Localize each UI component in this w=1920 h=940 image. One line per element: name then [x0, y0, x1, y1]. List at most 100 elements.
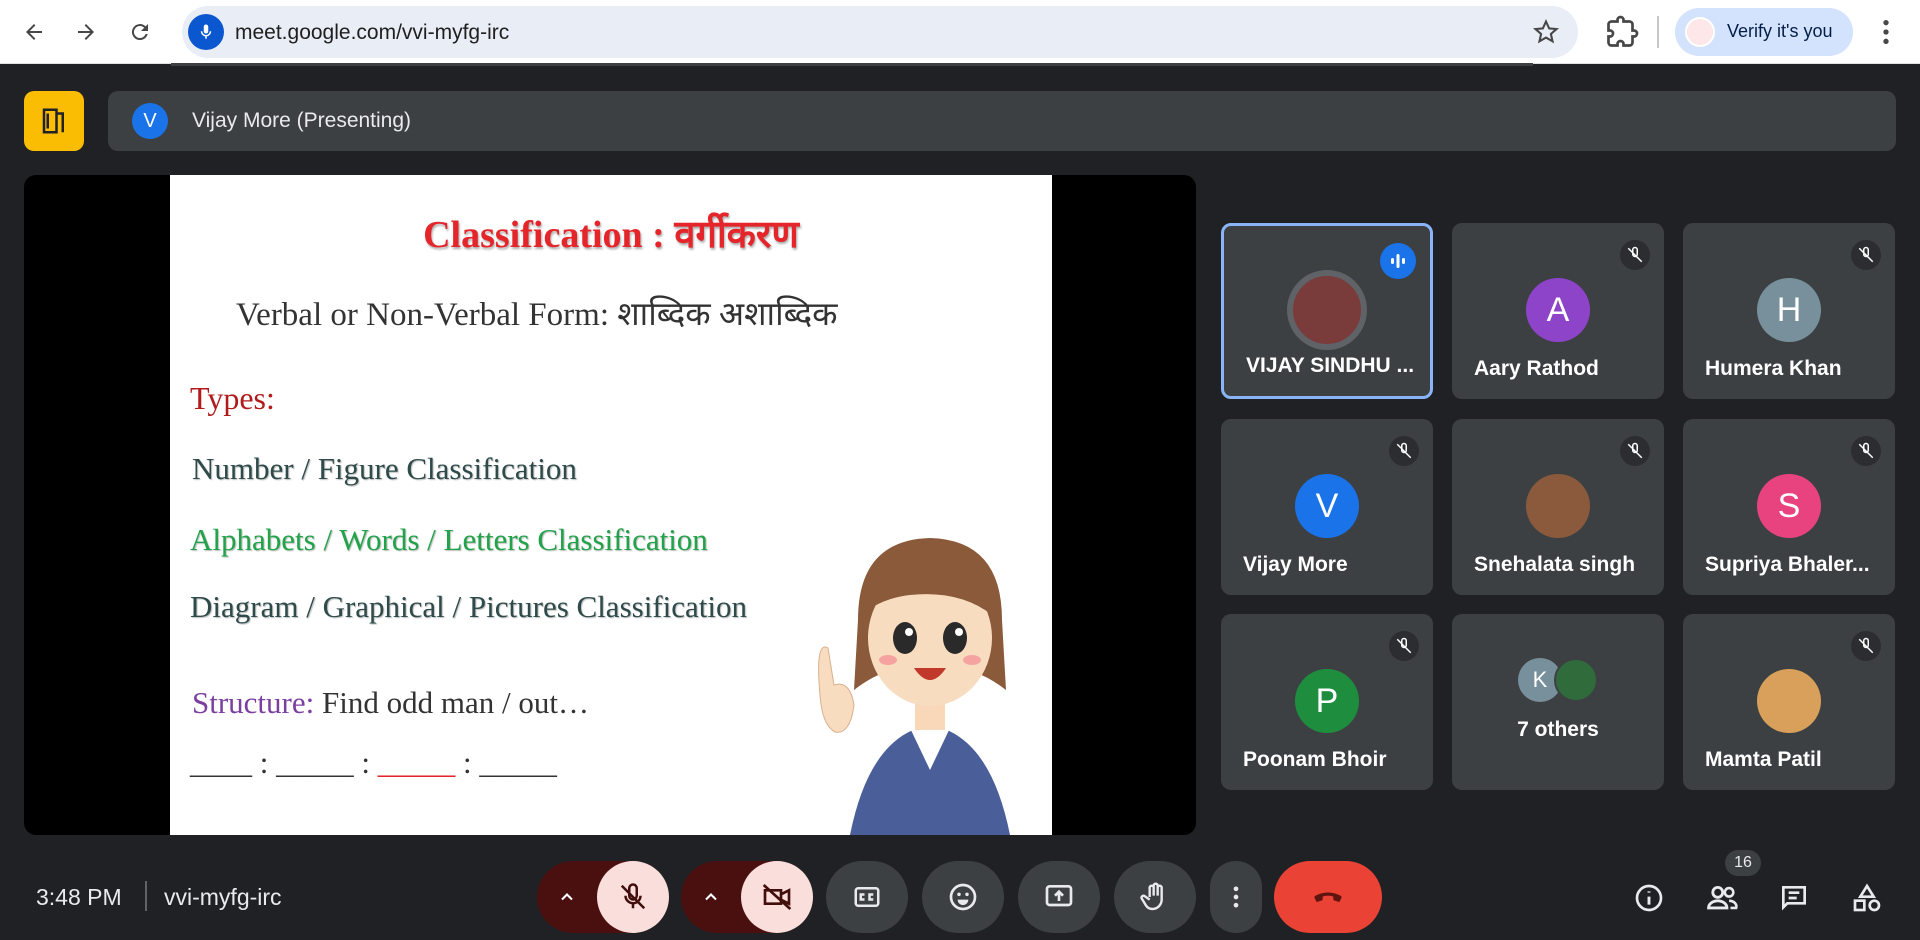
blank-segment: : _____ — [455, 745, 557, 780]
presentation-slide: Classification : वर्गीकरण Verbal or Non-… — [170, 175, 1052, 835]
browser-menu-icon[interactable] — [1870, 14, 1902, 50]
speaking-indicator-icon — [1380, 243, 1416, 279]
mic-muted-icon — [1620, 436, 1650, 466]
participant-name: VIJAY SINDHU ... — [1246, 354, 1415, 377]
participant-avatar: P — [1295, 669, 1359, 733]
reload-button[interactable] — [120, 12, 160, 52]
blank-segment: ____ : _____ — [190, 745, 362, 780]
chat-icon — [1782, 886, 1806, 911]
people-button[interactable] — [1700, 876, 1744, 920]
reactions-button[interactable] — [922, 861, 1004, 933]
forward-button[interactable] — [66, 12, 106, 52]
more-options-button[interactable] — [1210, 861, 1262, 933]
meeting-details-button[interactable] — [1627, 876, 1671, 920]
slide-title: Classification : वर्गीकरण — [423, 214, 799, 256]
activities-button[interactable] — [1845, 876, 1889, 920]
leave-call-button[interactable] — [1274, 861, 1382, 933]
participant-tile[interactable]: Snehalata singh — [1452, 419, 1664, 595]
participant-avatar: V — [1295, 474, 1359, 538]
address-bar[interactable]: meet.google.com/vvi-myfg-irc — [182, 6, 1578, 58]
participant-name: Humera Khan — [1705, 357, 1842, 380]
footer-separator — [145, 881, 147, 911]
blank-segment: : — [361, 745, 378, 780]
slide-subtitle: Verbal or Non-Verbal Form: शाब्दिक अशाब्… — [236, 297, 838, 333]
mic-muted-icon — [1389, 436, 1419, 466]
structure-label: Structure: — [192, 685, 315, 720]
chat-button[interactable] — [1772, 876, 1816, 920]
meet-companion-logo[interactable] — [24, 91, 84, 151]
browser-toolbar: meet.google.com/vvi-myfg-irc Verify it's… — [0, 0, 1920, 64]
clock-time: 3:48 PM — [36, 884, 122, 910]
presentation-stage[interactable]: Classification : वर्गीकरण Verbal or Non-… — [24, 175, 1196, 835]
meeting-code: vvi-myfg-irc — [164, 884, 282, 910]
participant-avatar: H — [1757, 278, 1821, 342]
participant-photo-avatar — [1526, 474, 1590, 538]
participant-photo-avatar — [1757, 669, 1821, 733]
verify-label: Verify it's you — [1727, 21, 1833, 41]
participant-avatar: A — [1526, 278, 1590, 342]
participant-name: Mamta Patil — [1705, 748, 1822, 771]
participant-tile[interactable]: Mamta Patil — [1683, 614, 1895, 790]
participant-avatar: S — [1757, 474, 1821, 538]
participant-tile[interactable]: VIJAY SINDHU ... — [1221, 223, 1433, 399]
others-label: 7 others — [1517, 718, 1599, 741]
participant-photo-avatar — [1287, 270, 1367, 350]
camera-off-icon — [762, 884, 792, 910]
mic-muted-icon — [1389, 631, 1419, 661]
info-icon — [1635, 884, 1663, 912]
forward-arrow-icon — [78, 24, 94, 40]
camera-toggle-button[interactable] — [741, 861, 813, 933]
closed-captions-icon — [854, 887, 880, 907]
back-arrow-icon — [26, 24, 42, 40]
presenter-label: Vijay More (Presenting) — [192, 109, 412, 132]
slide-structure: Structure: Find odd man / out… — [192, 685, 589, 721]
slide-item: Number / Figure Classification — [192, 451, 577, 486]
audio-options-chevron-icon[interactable] — [537, 861, 597, 933]
participant-tile[interactable]: P Poonam Bhoir — [1221, 614, 1433, 790]
blank-segment: _____ — [377, 745, 456, 780]
captions-button[interactable] — [826, 861, 908, 933]
video-options-chevron-icon[interactable] — [681, 861, 741, 933]
structure-text: Find odd man / out… — [314, 685, 589, 720]
others-tile[interactable]: K 7 others — [1452, 614, 1664, 790]
mic-muted-icon — [1851, 240, 1881, 270]
slide-item: Diagram / Graphical / Pictures Classific… — [190, 589, 747, 624]
page-load-progress — [171, 63, 1533, 66]
back-button[interactable] — [14, 12, 54, 52]
emoji-smile-icon — [949, 883, 977, 911]
mic-muted-icon — [1851, 631, 1881, 661]
mic-muted-icon — [1851, 436, 1881, 466]
presenter-avatar: V — [132, 103, 168, 139]
presenting-banner: V Vijay More (Presenting) — [108, 91, 1896, 151]
bookmark-star-icon[interactable] — [1532, 18, 1560, 46]
participant-tile[interactable]: S Supriya Bhaler... — [1683, 419, 1895, 595]
microphone-icon[interactable] — [188, 14, 224, 50]
mic-off-icon — [620, 883, 646, 910]
profile-avatar — [1685, 17, 1715, 47]
present-screen-button[interactable] — [1018, 861, 1100, 933]
hang-up-icon — [1314, 892, 1342, 902]
people-icon — [1707, 885, 1738, 910]
reload-icon — [131, 24, 148, 41]
more-vert-icon — [1233, 886, 1239, 908]
participant-name: Supriya Bhaler... — [1705, 553, 1870, 576]
url-text[interactable]: meet.google.com/vvi-myfg-irc — [235, 21, 509, 45]
extensions-puzzle-icon[interactable] — [1604, 14, 1640, 50]
raise-hand-icon — [1140, 882, 1163, 911]
participant-photo-avatar — [1554, 658, 1598, 702]
cartoon-girl-illustration — [818, 538, 1010, 835]
video-controls — [681, 861, 813, 933]
participant-tile[interactable]: V Vijay More — [1221, 419, 1433, 595]
verify-identity-button[interactable]: Verify it's you — [1675, 8, 1853, 56]
mic-muted-icon — [1620, 240, 1650, 270]
participant-tile[interactable]: H Humera Khan — [1683, 223, 1895, 399]
activities-shapes-icon — [1853, 883, 1881, 912]
door-icon — [42, 108, 64, 134]
participant-tile[interactable]: A Aary Rathod — [1452, 223, 1664, 399]
slide-item: Alphabets / Words / Letters Classificati… — [190, 522, 708, 557]
mic-toggle-button[interactable] — [597, 861, 669, 933]
toolbar-separator — [1657, 16, 1659, 48]
raise-hand-button[interactable] — [1114, 861, 1196, 933]
participant-name: Vijay More — [1243, 553, 1348, 576]
participant-name: Poonam Bhoir — [1243, 748, 1387, 771]
